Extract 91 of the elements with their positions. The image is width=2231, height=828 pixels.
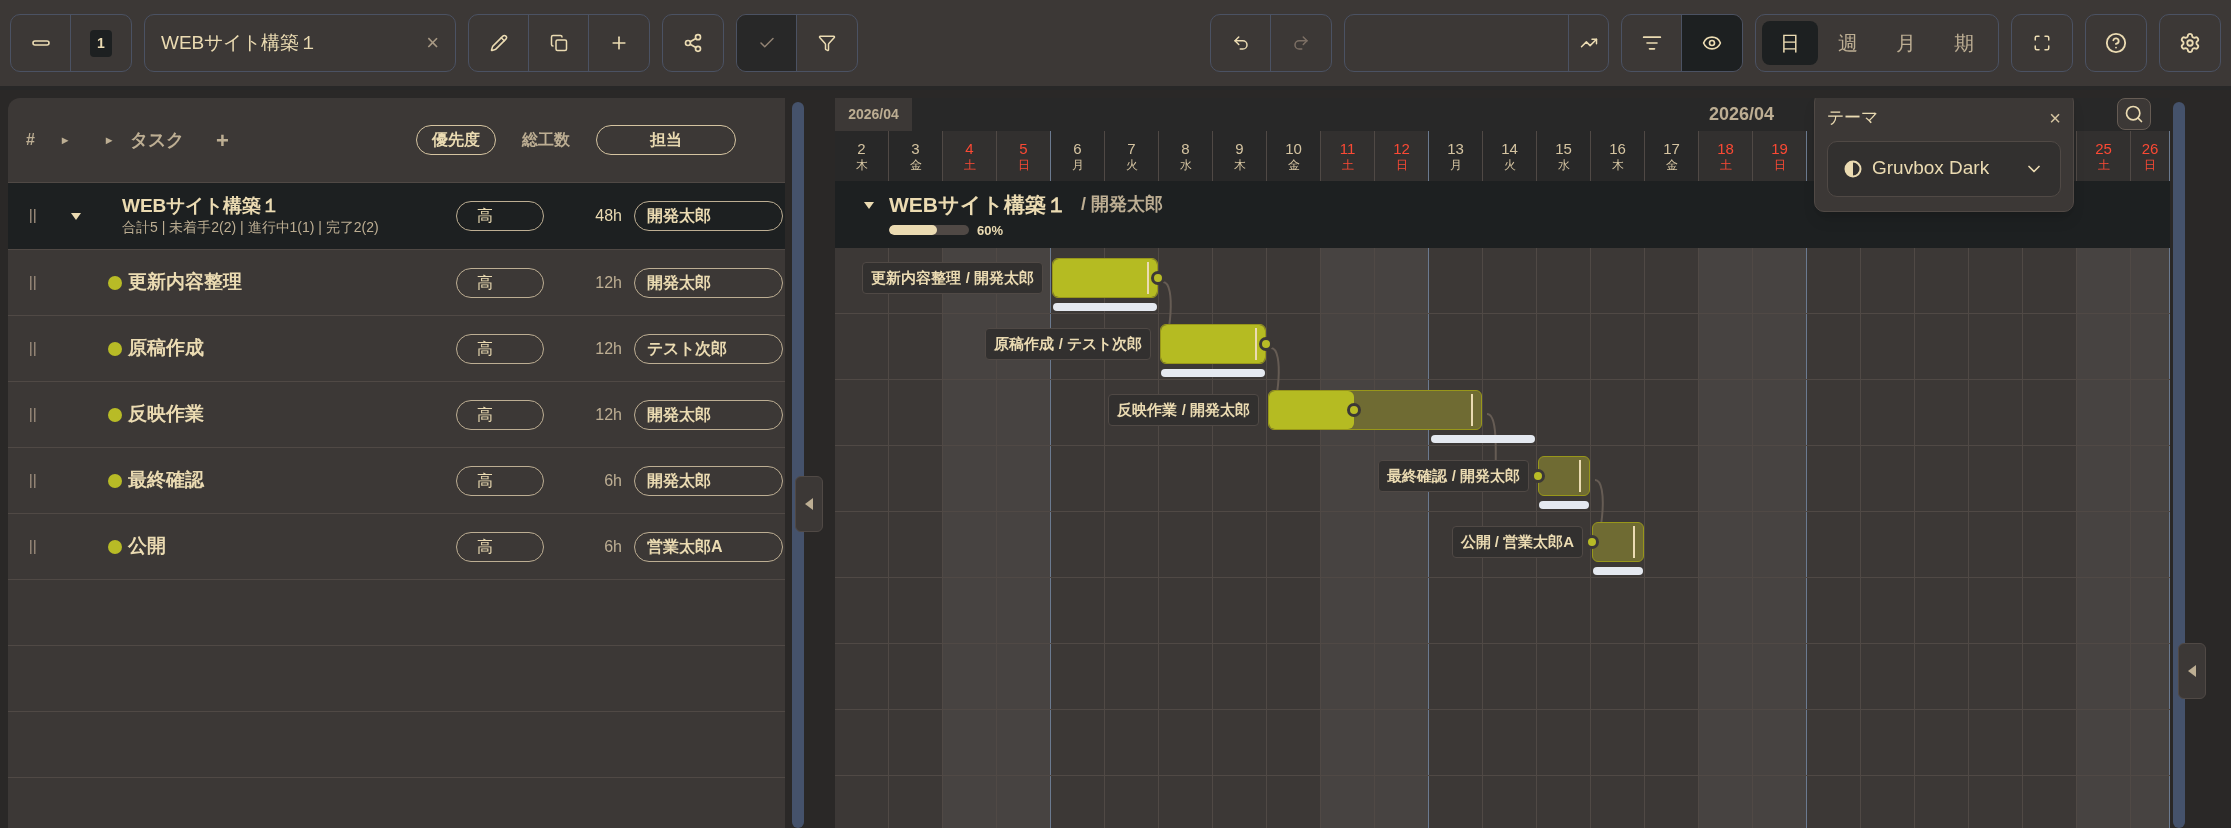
task-header: タスク xyxy=(130,128,185,152)
bar-label: 最終確認 / 開発太郎 xyxy=(1378,460,1529,492)
day-header-cell: 12 日 xyxy=(1375,131,1429,181)
progress-reading: 60% xyxy=(977,221,1004,240)
search-button[interactable] xyxy=(2117,98,2151,130)
baseline-bar xyxy=(1593,567,1643,575)
view-tab[interactable]: 週 xyxy=(1820,21,1876,65)
check-toggle[interactable] xyxy=(737,15,797,71)
theme-select[interactable]: Gruvbox Dark xyxy=(1827,140,2061,197)
number-header: # xyxy=(26,130,36,150)
clear-button[interactable]: × xyxy=(426,32,439,54)
drag-handle-icon[interactable] xyxy=(30,208,36,224)
bar-label: 公開 / 営業太郎A xyxy=(1451,526,1583,558)
progress-handle[interactable] xyxy=(1585,535,1599,549)
collapse-left-button[interactable] xyxy=(795,476,823,532)
search-icon xyxy=(2124,104,2144,124)
project-name: WEBサイト構築１ xyxy=(122,194,282,217)
view-tab[interactable]: 月 xyxy=(1878,21,1934,65)
task-bar[interactable] xyxy=(1538,456,1590,496)
share-icon xyxy=(683,33,703,53)
task-name: 更新内容整理 xyxy=(128,270,243,295)
progress-handle[interactable] xyxy=(1151,271,1165,285)
eye-icon xyxy=(1702,33,1722,53)
progress-handle[interactable] xyxy=(1259,337,1273,351)
add-task-button[interactable]: + xyxy=(216,123,416,157)
scrollbar[interactable] xyxy=(2173,102,2185,828)
task-row[interactable]: 更新内容整理 高 12h 開発太郎 xyxy=(8,250,785,316)
project-summary: 合計5 | 未着手2(2) | 進行中1(1) | 完了2(2) xyxy=(122,217,380,237)
copy-icon xyxy=(549,34,568,52)
hours-header: 総工数 xyxy=(520,130,571,150)
month-label: 2026/04 xyxy=(1709,103,1775,126)
month-label: 2026/04 xyxy=(835,98,912,131)
hours-text: 48h xyxy=(594,206,623,226)
drag-handle-icon[interactable] xyxy=(30,274,36,291)
project-field[interactable]: WEBサイト構築１ × xyxy=(144,14,456,72)
close-button[interactable]: × xyxy=(2049,107,2061,128)
day-header-cell: 19 日 xyxy=(1753,131,1807,181)
settings-icon xyxy=(2179,32,2201,54)
drag-handle-icon[interactable] xyxy=(30,340,36,357)
view-tab[interactable]: 期 xyxy=(1936,21,1992,65)
day-header-cell: 25 土 xyxy=(2077,131,2131,181)
drag-handle-icon[interactable] xyxy=(30,538,36,555)
redo-icon xyxy=(1292,34,1310,52)
day-header-cell: 5 日 xyxy=(997,131,1051,181)
help-icon xyxy=(2105,32,2127,54)
bar-label: 反映作業 / 開発太郎 xyxy=(1108,394,1259,426)
view-tab[interactable]: 日 xyxy=(1762,21,1818,65)
bar-label: 原稿作成 / テスト次郎 xyxy=(985,328,1151,360)
eye-toggle[interactable] xyxy=(1682,15,1742,71)
popup-title: テーマ xyxy=(1827,107,1878,129)
contrast-icon xyxy=(1844,159,1862,178)
hours-text: 6h xyxy=(603,536,623,557)
expand-toggle[interactable]: ▸ xyxy=(106,131,130,149)
task-row[interactable]: 原稿作成 高 12h テスト次郎 xyxy=(8,316,785,382)
pencil-icon xyxy=(489,34,508,52)
drag-handle-icon[interactable] xyxy=(30,472,36,489)
caret-icon[interactable] xyxy=(70,210,82,222)
baseline-bar xyxy=(1539,501,1589,509)
project-owner: / 開発太郎 xyxy=(1081,193,1163,217)
project-row[interactable]: WEBサイト構築１ 合計5 | 未着手2(2) | 進行中1(1) | 完了2(2) 高 48h 開発太郎 xyxy=(8,183,785,250)
project-title: WEBサイト構築１ xyxy=(889,192,1067,218)
hours-text: 12h xyxy=(594,404,623,425)
hours-text: 12h xyxy=(594,272,623,293)
scrollbar[interactable] xyxy=(792,102,804,828)
bar-label: 更新内容整理 / 開発太郎 xyxy=(862,262,1043,294)
hours-text: 6h xyxy=(603,470,623,491)
collapse-right-button[interactable] xyxy=(2178,643,2206,699)
expand-icon xyxy=(2033,34,2051,52)
list-icon xyxy=(1641,33,1662,53)
filter-icon xyxy=(818,34,836,52)
day-header-cell: 4 土 xyxy=(943,131,997,181)
drag-handle-icon[interactable] xyxy=(30,406,36,423)
left-triangle-icon xyxy=(804,497,814,511)
minus-icon xyxy=(31,40,50,46)
project-gantt-row[interactable]: WEBサイト構築１ / 開発太郎 60% xyxy=(835,181,2170,248)
task-name: 最終確認 xyxy=(128,468,206,493)
left-triangle-icon xyxy=(2187,664,2197,678)
progress-handle[interactable] xyxy=(1531,469,1545,483)
task-name: 公開 xyxy=(128,534,167,559)
task-row[interactable]: 反映作業 高 12h 開発太郎 xyxy=(8,382,785,448)
task-row[interactable]: 最終確認 高 6h 開発太郎 xyxy=(8,448,785,514)
expand-all-toggle[interactable]: ▸ xyxy=(62,131,106,149)
day-header-cell: 11 土 xyxy=(1321,131,1375,181)
task-row[interactable]: 公開 高 6h 営業太郎A xyxy=(8,514,785,580)
task-name: 反映作業 xyxy=(128,402,205,427)
task-bar[interactable] xyxy=(1592,522,1644,562)
day-header-cell: 18 土 xyxy=(1699,131,1753,181)
hours-text: 12h xyxy=(594,338,623,359)
task-name: 原稿作成 xyxy=(128,336,205,361)
undo-icon xyxy=(1231,34,1250,52)
day-header-cell: 26 日 xyxy=(2131,131,2170,181)
